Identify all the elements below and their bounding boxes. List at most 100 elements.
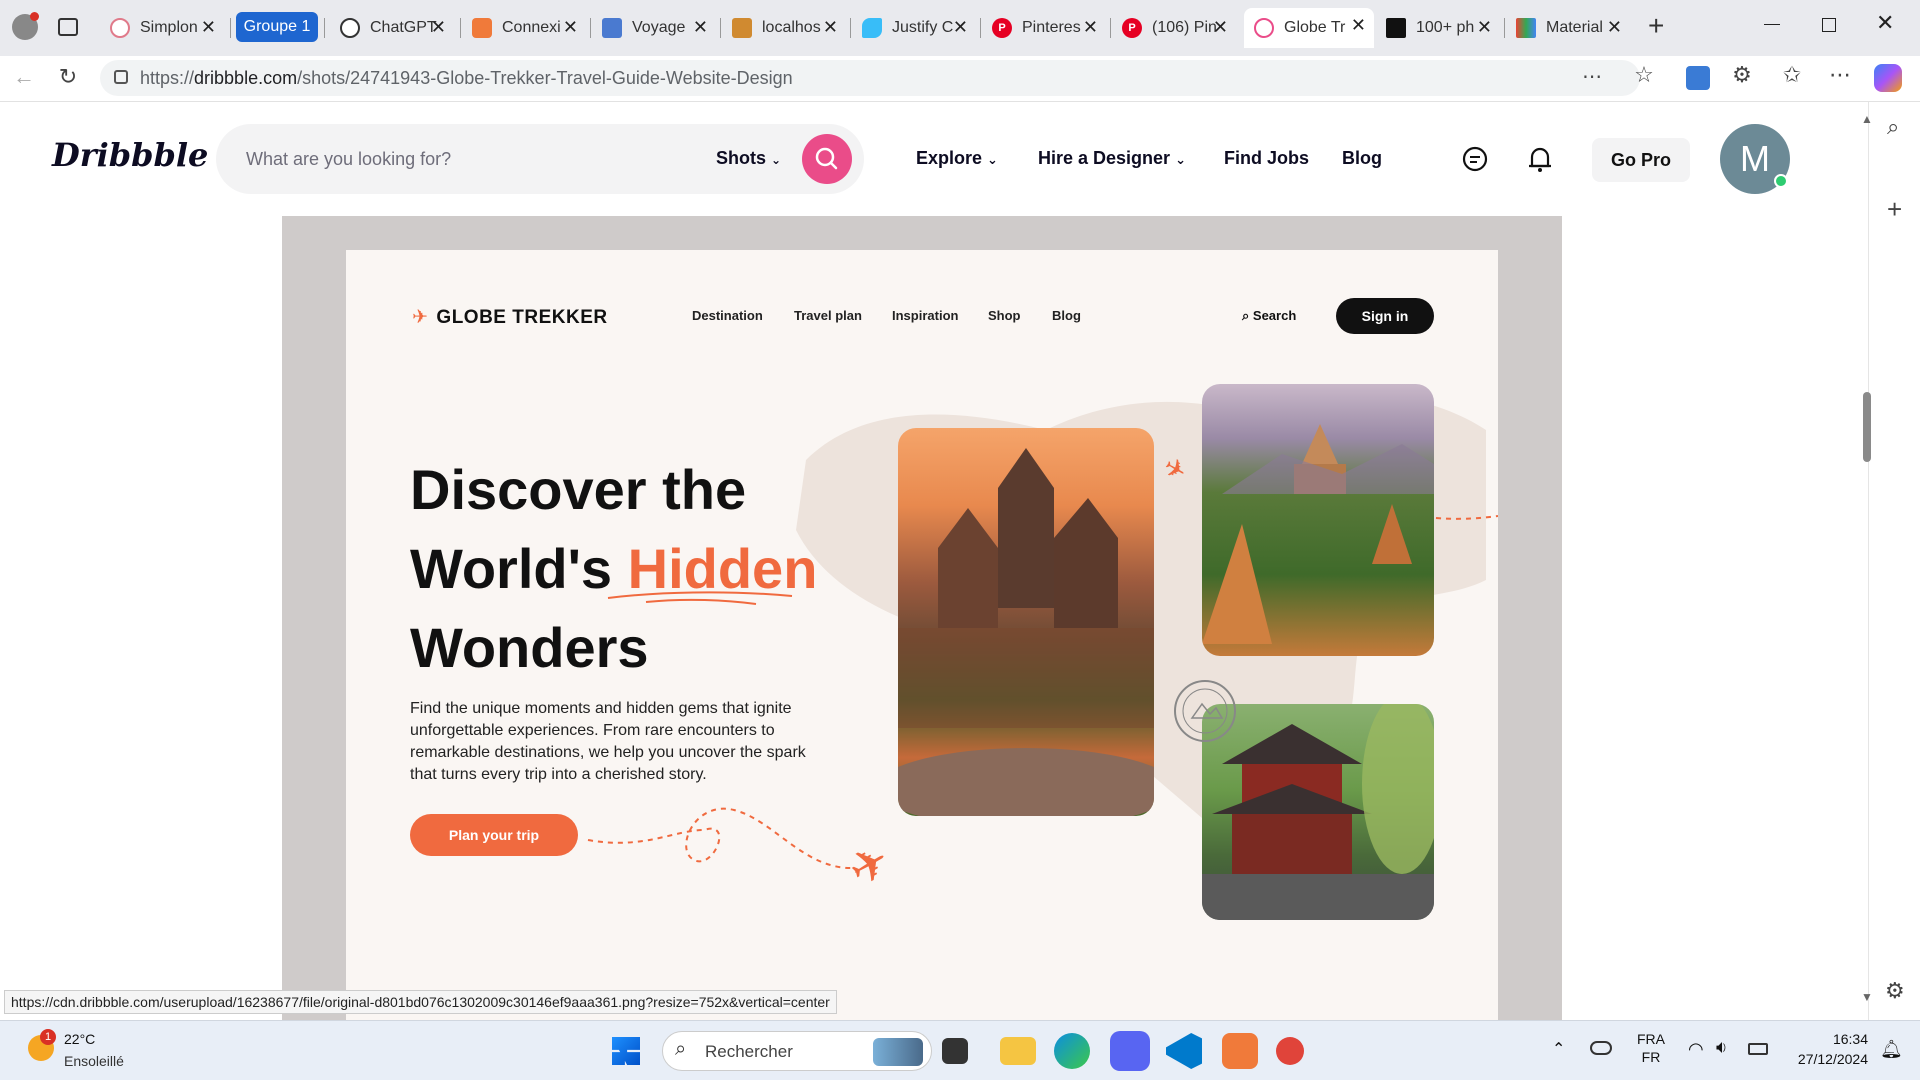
go-pro-button[interactable]: Go Pro bbox=[1592, 138, 1690, 182]
minimize-icon[interactable] bbox=[1764, 24, 1780, 25]
notifications-bell-icon[interactable] bbox=[1526, 144, 1554, 174]
taskbar-search[interactable]: ⌕ Rechercher bbox=[662, 1031, 932, 1071]
tab-voyage[interactable]: Voyage ✕ bbox=[592, 10, 716, 46]
browser-tab-bar: Simplon ✕ Groupe 1 ChatGPT ✕ Connexi ✕ V… bbox=[0, 0, 1920, 56]
nav-hire-designer[interactable]: Hire a Designer ⌄ bbox=[1038, 148, 1186, 169]
search-highlight-icon bbox=[873, 1038, 923, 1066]
close-icon[interactable]: ✕ bbox=[693, 17, 708, 38]
weather-temp[interactable]: 22°C bbox=[64, 1031, 95, 1047]
nav-explore-label: Explore bbox=[916, 148, 983, 168]
weather-badge: 1 bbox=[40, 1029, 56, 1045]
favorite-star-icon[interactable]: ☆ bbox=[1628, 62, 1660, 88]
scrollbar-down-arrow[interactable]: ▼ bbox=[1861, 990, 1873, 1004]
language-indicator[interactable]: FRA FR bbox=[1636, 1031, 1666, 1065]
extension-fi-icon[interactable] bbox=[1686, 66, 1710, 90]
tab-pinterest[interactable]: P Pinteres ✕ bbox=[982, 10, 1106, 46]
onedrive-icon[interactable] bbox=[1590, 1041, 1612, 1055]
keyboard-code: FR bbox=[1641, 1049, 1661, 1065]
shot-frame[interactable]: ✈ GLOBE TREKKER Destination Travel plan I… bbox=[282, 216, 1562, 1020]
url-field[interactable]: https://dribbble.com/shots/24741943-Glob… bbox=[100, 60, 1640, 96]
close-icon[interactable]: ✕ bbox=[1213, 17, 1228, 38]
lang-code: FRA bbox=[1637, 1031, 1665, 1047]
shot-nav-travel-plan: Travel plan bbox=[794, 308, 862, 323]
scrollbar-thumb[interactable] bbox=[1863, 392, 1871, 462]
dribbble-logo[interactable]: Dribbble bbox=[52, 136, 208, 174]
shot-sign-in-button: Sign in bbox=[1336, 298, 1434, 334]
underline-squiggle bbox=[607, 591, 793, 605]
shot-nav-inspiration: Inspiration bbox=[892, 308, 959, 323]
nav-find-jobs[interactable]: Find Jobs bbox=[1224, 148, 1309, 169]
copilot-icon[interactable] bbox=[1874, 64, 1902, 92]
search-scope-label: Shots bbox=[716, 148, 767, 168]
wifi-icon[interactable]: ◠ bbox=[1688, 1039, 1704, 1060]
task-view-icon[interactable] bbox=[942, 1038, 968, 1064]
snipping-tool-icon[interactable] bbox=[1276, 1037, 1304, 1065]
shot-nav-shop: Shop bbox=[988, 308, 1021, 323]
plane-logo-icon: ✈ bbox=[412, 307, 429, 328]
more-icon[interactable]: ⋯ bbox=[1824, 62, 1856, 88]
vscode-icon[interactable] bbox=[1166, 1033, 1202, 1069]
extensions-icon[interactable]: ⚙ bbox=[1726, 62, 1758, 88]
reload-icon[interactable]: ↻ bbox=[52, 64, 84, 90]
windows-start-icon[interactable] bbox=[612, 1037, 640, 1065]
shot-image: ✈ GLOBE TREKKER Destination Travel plan I… bbox=[346, 250, 1498, 1020]
dribbble-icon bbox=[1254, 18, 1274, 38]
edge-icon[interactable] bbox=[1054, 1033, 1090, 1069]
battery-icon[interactable] bbox=[1748, 1043, 1768, 1055]
chatgpt-icon bbox=[340, 18, 360, 38]
notification-center-icon[interactable]: 🔔︎ bbox=[1880, 1039, 1903, 1060]
close-icon[interactable]: ✕ bbox=[823, 17, 838, 38]
search-scope-select[interactable]: Shots ⌄ bbox=[716, 148, 781, 169]
tab-connexion[interactable]: Connexi ✕ bbox=[462, 10, 586, 46]
tab-material[interactable]: Material ✕ bbox=[1506, 10, 1630, 46]
tab-localhost[interactable]: localhos ✕ bbox=[722, 10, 846, 46]
close-icon[interactable]: ✕ bbox=[1083, 17, 1098, 38]
nav-explore[interactable]: Explore ⌄ bbox=[916, 148, 998, 169]
xampp-icon[interactable] bbox=[1222, 1033, 1258, 1069]
favorites-icon[interactable]: ✩ bbox=[1776, 62, 1808, 88]
search-button[interactable] bbox=[802, 134, 852, 184]
tab-chatgpt[interactable]: ChatGPT ✕ bbox=[330, 10, 454, 46]
weather-desc[interactable]: Ensoleillé bbox=[64, 1053, 124, 1069]
search-icon: ⌕ bbox=[1242, 308, 1250, 323]
close-icon[interactable]: ✕ bbox=[1607, 17, 1622, 38]
chevron-down-icon: ⌄ bbox=[1175, 152, 1186, 167]
show-hidden-icons[interactable]: ⌃ bbox=[1552, 1039, 1565, 1059]
tab-globe-trekker[interactable]: Globe Tr ✕ bbox=[1244, 8, 1374, 48]
back-icon[interactable]: ← bbox=[8, 64, 40, 90]
close-icon[interactable]: ✕ bbox=[1351, 15, 1366, 36]
nav-blog[interactable]: Blog bbox=[1342, 148, 1382, 169]
close-window-icon[interactable]: ✕ bbox=[1876, 10, 1894, 36]
tab-actions-icon[interactable] bbox=[58, 18, 78, 36]
tab-simplon[interactable]: Simplon ✕ bbox=[100, 10, 224, 46]
tab-tailwind[interactable]: Justify C ✕ bbox=[852, 10, 976, 46]
search-bar[interactable]: What are you looking for? Shots ⌄ bbox=[216, 124, 864, 194]
url-path: /shots/24741943-Globe-Trekker-Travel-Gui… bbox=[297, 68, 793, 88]
file-explorer-icon[interactable] bbox=[1000, 1037, 1036, 1065]
close-icon[interactable]: ✕ bbox=[1477, 17, 1492, 38]
volume-icon[interactable]: 🔉︎ bbox=[1716, 1037, 1727, 1058]
url-domain: dribbble.com bbox=[194, 68, 298, 88]
close-icon[interactable]: ✕ bbox=[563, 17, 578, 38]
brand-name: GLOBE TREKKER bbox=[436, 307, 608, 328]
maximize-icon[interactable] bbox=[1822, 18, 1836, 32]
sidebar-search-icon[interactable]: ⌕ bbox=[1887, 114, 1899, 140]
sidebar-settings-icon[interactable]: ⚙ bbox=[1885, 978, 1905, 1004]
close-icon[interactable]: ✕ bbox=[201, 17, 216, 38]
globe-trekker-logo[interactable]: ✈ GLOBE TREKKER bbox=[412, 306, 608, 329]
online-status-dot bbox=[1774, 174, 1788, 188]
clock[interactable]: 16:34 27/12/2024 bbox=[1784, 1031, 1868, 1067]
taskbar-search-placeholder: Rechercher bbox=[705, 1042, 793, 1061]
scrollbar-up-arrow[interactable]: ▲ bbox=[1861, 112, 1873, 126]
new-tab-icon[interactable]: + bbox=[1648, 10, 1664, 42]
messages-icon[interactable] bbox=[1460, 144, 1490, 174]
reader-icon[interactable]: ⋯ bbox=[1576, 64, 1608, 89]
tab-group-label[interactable]: Groupe 1 bbox=[236, 12, 318, 42]
sidebar-add-icon[interactable]: + bbox=[1887, 194, 1902, 225]
discord-icon[interactable] bbox=[1110, 1031, 1150, 1071]
close-icon[interactable]: ✕ bbox=[953, 17, 968, 38]
tab-unsplash[interactable]: 100+ ph ✕ bbox=[1376, 10, 1500, 46]
search-input[interactable]: What are you looking for? bbox=[246, 149, 451, 170]
close-icon[interactable]: ✕ bbox=[431, 17, 446, 38]
tab-pinterest-2[interactable]: P (106) Pin ✕ bbox=[1112, 10, 1236, 46]
